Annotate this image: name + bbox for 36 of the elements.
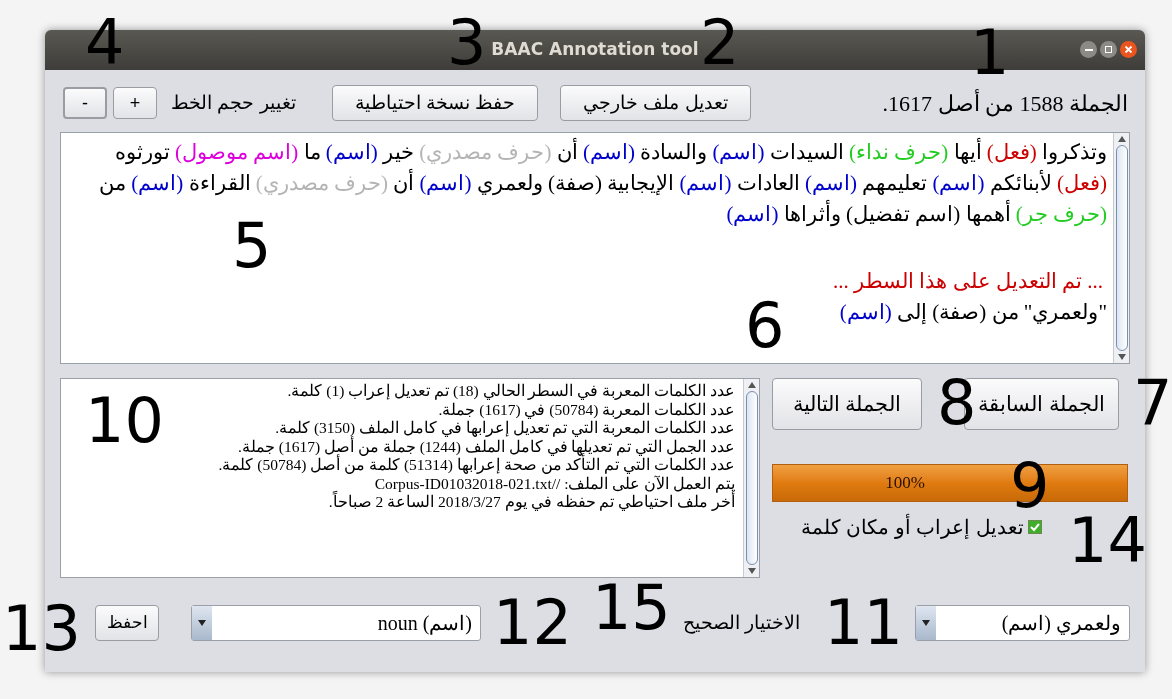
stats-line: عدد الكلمات المعربة التي تم تعديل إعرابها في كامل الملف (3150) كلمة.: [274, 419, 735, 437]
minimize-icon[interactable]: [1080, 41, 1097, 58]
sentence-counter: الجملة 1588 من أصل 1617.: [882, 88, 1128, 119]
scrollbar[interactable]: [1113, 133, 1129, 363]
callout-number: 3: [447, 12, 487, 74]
decrease-font-button[interactable]: -: [63, 87, 107, 119]
stats-line: عدد الكلمات المعربة (50784) في (1617) جملة.: [437, 400, 735, 419]
scrollbar[interactable]: [743, 379, 759, 577]
edit-detail: "ولعمري" من (صفة) إلى (اسم): [839, 299, 1107, 327]
callout-number: 13: [2, 598, 81, 660]
tag-combo-box[interactable]: (اسم) noun: [191, 605, 481, 641]
word-combo-box[interactable]: ولعمري (اسم): [915, 605, 1130, 641]
stats-line: عدد الكلمات المعربة في السطر الحالي (18) تم تعديل إعراب (1) كلمة.: [286, 382, 735, 401]
checkbox-label: تعديل إعراب أو مكان كلمة: [800, 512, 1024, 542]
callout-number: 2: [700, 12, 740, 74]
increase-font-button[interactable]: +: [113, 87, 157, 119]
close-icon[interactable]: [1120, 41, 1137, 58]
callout-number: 6: [745, 295, 785, 357]
backup-button[interactable]: حفظ نسخة احتياطية: [331, 85, 539, 121]
stats-line: يتم العمل الآن على الملف: //Corpus-ID01032018-021.txt: [373, 474, 735, 493]
font-size-label: تغيير حجم الخط: [171, 90, 296, 116]
save-button[interactable]: احفظ: [95, 605, 159, 641]
edit-notice: ... تم التعديل على هذا السطر ...: [832, 268, 1104, 296]
maximize-icon[interactable]: [1100, 41, 1117, 58]
callout-number: 14: [1068, 510, 1147, 572]
callout-number: 7: [1133, 372, 1172, 434]
window-title: BAAC Annotation tool: [491, 38, 699, 62]
checkbox[interactable]: [1028, 520, 1042, 534]
callout-number: 4: [85, 12, 125, 74]
progress-reading: 100%: [885, 472, 925, 495]
edit-file-button[interactable]: تعديل ملف خارجي: [560, 85, 751, 121]
callout-number: 1: [970, 22, 1010, 84]
callout-number: 10: [85, 390, 164, 452]
correct-choice-label: الاختيار الصحيح: [682, 610, 801, 636]
stats-line: أخر ملف احتياطي تم حفظه في يوم 2018/3/27 الساعة 2 صباحاً.: [327, 493, 735, 512]
next-sentence-button[interactable]: الجملة التالية: [772, 378, 922, 430]
